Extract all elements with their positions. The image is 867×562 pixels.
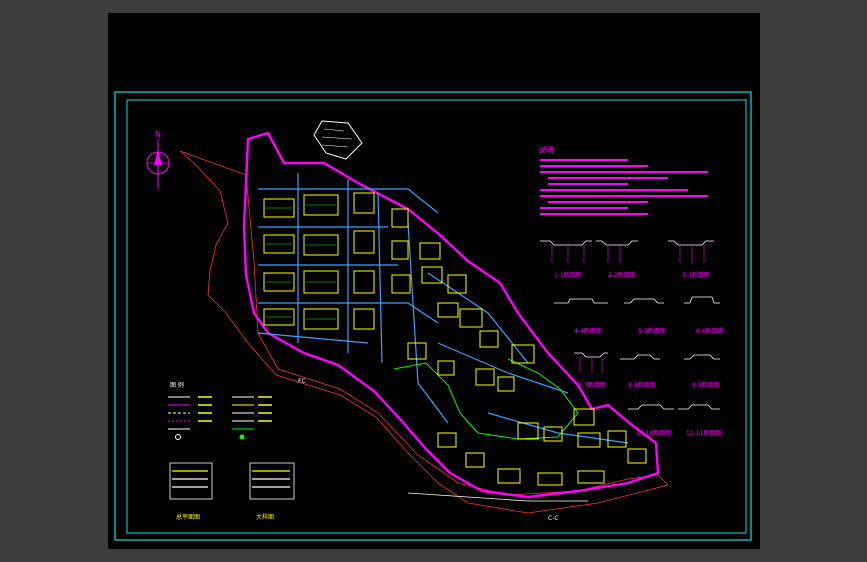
section-label-6: 6-6断面图 <box>696 327 724 335</box>
detail-caption-left: 总平面图 <box>176 513 200 521</box>
road-label-bottom: C-C <box>548 515 559 522</box>
section-label-7: 7-7断面图 <box>578 381 606 389</box>
section-titles: 1-1断面图 2-2断面图 3-3断面图 4-4断面图 5-5断面图 6-6断面… <box>554 271 724 437</box>
legend-manhole-icon <box>175 434 181 440</box>
site-plan-drawing: N C-C FC 说明 1-1断面图 2-2断面图 3-3断面图 4-4断面图 … <box>114 91 752 541</box>
legend: 图 例 <box>168 381 272 440</box>
detail-caption-right: 大样图 <box>256 513 274 521</box>
road-label-left: FC <box>298 378 306 385</box>
north-arrow-label: N <box>155 130 161 139</box>
section-label-9: 9-9断面图 <box>692 381 720 389</box>
section-label-3: 3-3断面图 <box>682 271 710 279</box>
design-notes: 说明 <box>538 145 708 215</box>
detail-blocks: 总平面图 大样图 <box>169 462 295 521</box>
section-label-2: 2-2断面图 <box>608 271 636 279</box>
section-label-8: 8-8断面图 <box>628 381 656 389</box>
cad-viewport[interactable]: N C-C FC 说明 1-1断面图 2-2断面图 3-3断面图 4-4断面图 … <box>108 13 760 549</box>
north-parking-hatch <box>321 128 353 148</box>
north-arrow-icon: N <box>146 130 170 189</box>
cross-section-dims <box>551 245 705 373</box>
section-label-1: 1-1断面图 <box>554 271 582 279</box>
notes-text-lines <box>540 159 708 215</box>
section-label-11: 11-11断面图 <box>686 429 721 437</box>
legend-tree-icon <box>239 434 245 440</box>
notes-heading: 说明 <box>538 145 554 155</box>
legend-lines <box>168 396 272 430</box>
legend-title: 图 例 <box>170 381 184 389</box>
section-label-5: 5-5断面图 <box>638 327 666 335</box>
main-road-outline <box>242 131 660 499</box>
north-parking-block <box>313 120 363 160</box>
section-label-4: 4-4断面图 <box>574 327 602 335</box>
building-detail-lines <box>266 204 336 320</box>
section-label-10: 10-10断面图 <box>636 429 671 437</box>
